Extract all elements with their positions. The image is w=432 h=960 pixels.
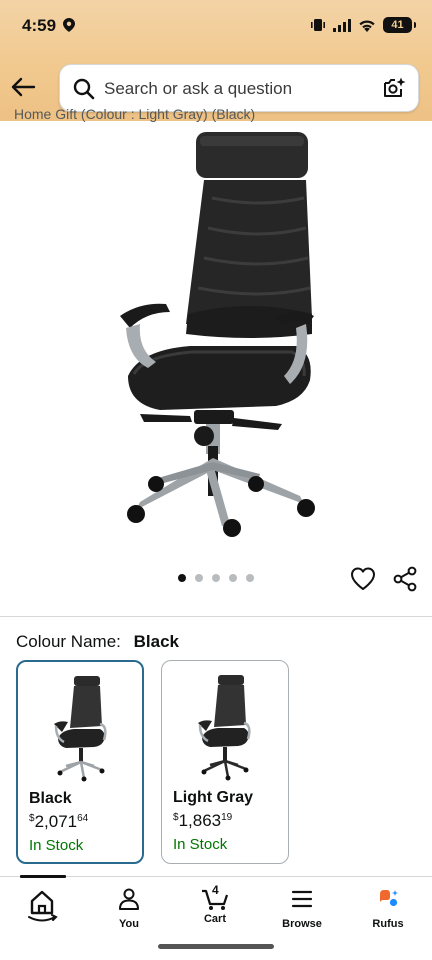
price-main: 1,863 [178, 811, 222, 830]
search-input[interactable]: Search or ask a question [59, 64, 419, 112]
variant-stock-status: In Stock [173, 836, 228, 853]
app-header: 4:59 41 Search or ask a question [0, 0, 432, 121]
variant-name: Light Gray [173, 789, 254, 806]
cart-count-badge: 4 [212, 883, 219, 897]
menu-icon [291, 890, 313, 908]
selected-colour: Black [133, 632, 179, 651]
person-icon [119, 888, 139, 910]
home-icon [28, 890, 58, 922]
home-indicator-bar [158, 944, 274, 949]
nav-label: Browse [282, 918, 322, 930]
carousel-dot[interactable] [246, 574, 254, 582]
variant-name: Black [29, 790, 72, 807]
carousel-dot[interactable] [212, 574, 220, 582]
variant-thumbnail [54, 676, 107, 782]
colour-label: Colour Name: [16, 632, 121, 651]
price-fraction: 64 [77, 813, 89, 824]
nav-rufus[interactable]: Rufus [348, 887, 428, 930]
nav-label: Rufus [372, 918, 404, 930]
camera-lens-icon[interactable] [382, 76, 406, 100]
battery-indicator: 41 [383, 17, 416, 33]
variant-price: $2,07164 [29, 812, 88, 832]
variant-price: $1,86319 [173, 811, 232, 831]
status-time: 4:59 [22, 16, 57, 35]
variant-stock-status: In Stock [29, 837, 84, 854]
section-divider [0, 616, 432, 617]
active-tab-indicator [20, 875, 66, 878]
colour-name-row: Colour Name: Black [16, 632, 179, 652]
rufus-icon [380, 890, 398, 907]
back-arrow-icon[interactable] [10, 74, 36, 100]
variant-thumbnail [198, 675, 251, 781]
variant-option-light-gray[interactable]: Light Gray $1,86319 In Stock [161, 660, 289, 864]
vibrate-icon [311, 19, 325, 31]
signal-icon [333, 18, 351, 32]
carousel-dot[interactable] [229, 574, 237, 582]
location-arrow-icon [63, 18, 75, 32]
wifi-icon [359, 19, 375, 32]
nav-browse[interactable]: Browse [262, 887, 342, 930]
nav-cart[interactable]: 4 Cart [175, 883, 255, 925]
price-fraction: 19 [221, 812, 233, 823]
share-icon[interactable] [392, 566, 418, 592]
search-icon [73, 78, 95, 100]
heart-icon[interactable] [350, 566, 376, 592]
carousel-dot[interactable] [178, 574, 186, 582]
nav-you[interactable]: You [89, 887, 169, 930]
price-main: 2,071 [34, 812, 78, 831]
status-indicators: 41 [310, 17, 416, 33]
product-breadcrumb[interactable]: Home Gift (Colour : Light Gray) (Black) [14, 106, 255, 122]
nav-label: Cart [203, 913, 226, 925]
product-image[interactable] [100, 128, 332, 548]
nav-home[interactable] [2, 887, 82, 930]
search-placeholder: Search or ask a question [104, 79, 293, 98]
variant-option-black[interactable]: Black $2,07164 In Stock [16, 660, 144, 864]
status-bar: 4:59 41 [0, 0, 432, 52]
nav-label: You [119, 918, 139, 930]
image-carousel-dots[interactable] [178, 574, 254, 582]
carousel-dot[interactable] [195, 574, 203, 582]
